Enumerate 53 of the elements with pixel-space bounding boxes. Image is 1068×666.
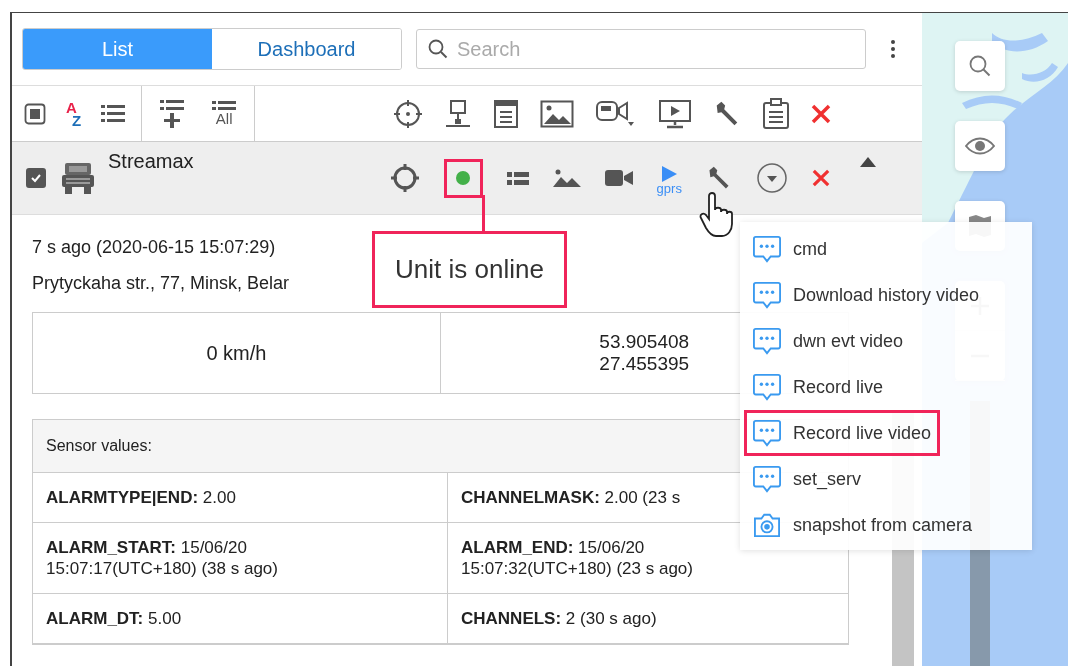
collapse-icon[interactable]	[859, 157, 876, 167]
search-icon	[968, 54, 992, 78]
menu-item[interactable]: Record live video	[744, 410, 941, 456]
sensor-cell: ALARMTYPE|END: 2.00	[33, 473, 448, 523]
checkbox[interactable]	[26, 168, 46, 188]
document-icon[interactable]	[493, 98, 520, 129]
hand-cursor-icon	[699, 192, 733, 238]
search-field[interactable]: Search	[416, 29, 866, 69]
menu-item[interactable]: Download history video	[744, 272, 989, 318]
sensor-cell: CHANNELS: 2 (30 s ago)	[448, 594, 848, 644]
image-icon[interactable]	[552, 169, 581, 187]
menu-icon[interactable]	[890, 39, 896, 59]
video-camera-icon[interactable]	[604, 169, 633, 187]
address: Prytyckaha str., 77, Minsk, Belar	[32, 273, 290, 294]
truck-icon	[62, 161, 94, 195]
network-icon[interactable]	[444, 98, 473, 129]
coordinate: 27.455395	[599, 353, 690, 375]
add-list-icon[interactable]	[160, 98, 185, 129]
visibility-button[interactable]	[955, 121, 1005, 171]
sensor-cell: ALARM_START: 15/06/20 15:07:17(UTC+180) (38 s ago)	[33, 523, 448, 594]
search-icon	[428, 39, 448, 59]
list-icon[interactable]	[101, 102, 126, 125]
checkmark-icon	[30, 172, 42, 184]
unit-name: Streamax	[108, 150, 194, 173]
crosshair-icon[interactable]	[393, 98, 424, 129]
sort-icon[interactable]: A Z	[66, 100, 82, 127]
menu-item[interactable]: dwn evt video	[744, 318, 913, 364]
eye-icon	[965, 137, 995, 155]
speed-value: 0 km/h	[205, 340, 268, 366]
message-icon	[753, 235, 781, 263]
message-icon	[753, 281, 781, 309]
tooltip: Unit is online	[372, 231, 567, 308]
monitor-play-icon[interactable]	[658, 98, 693, 129]
last-message-time: 7 s ago (2020-06-15 15:07:29)	[32, 237, 276, 258]
map-search-button[interactable]	[955, 41, 1005, 91]
message-icon	[753, 419, 781, 447]
message-icon	[753, 327, 781, 355]
menu-item[interactable]: Record live	[744, 364, 893, 410]
locate-icon[interactable]	[389, 163, 420, 193]
play-icon	[661, 165, 678, 182]
select-all-icon[interactable]	[24, 102, 46, 125]
sensor-cell: ALARM_DT: 5.00	[33, 594, 448, 644]
delete-icon[interactable]	[811, 169, 830, 187]
delete-icon[interactable]	[811, 103, 832, 124]
menu-item[interactable]: cmd	[744, 226, 836, 272]
dropdown-circle-icon[interactable]	[755, 162, 788, 194]
message-icon	[753, 373, 781, 401]
camera-icon	[753, 512, 781, 538]
image-icon[interactable]	[540, 99, 575, 128]
coordinate: 53.905408	[599, 331, 690, 353]
message-icon	[753, 465, 781, 493]
list-icon[interactable]	[506, 170, 529, 186]
clipboard-icon[interactable]	[762, 97, 791, 130]
